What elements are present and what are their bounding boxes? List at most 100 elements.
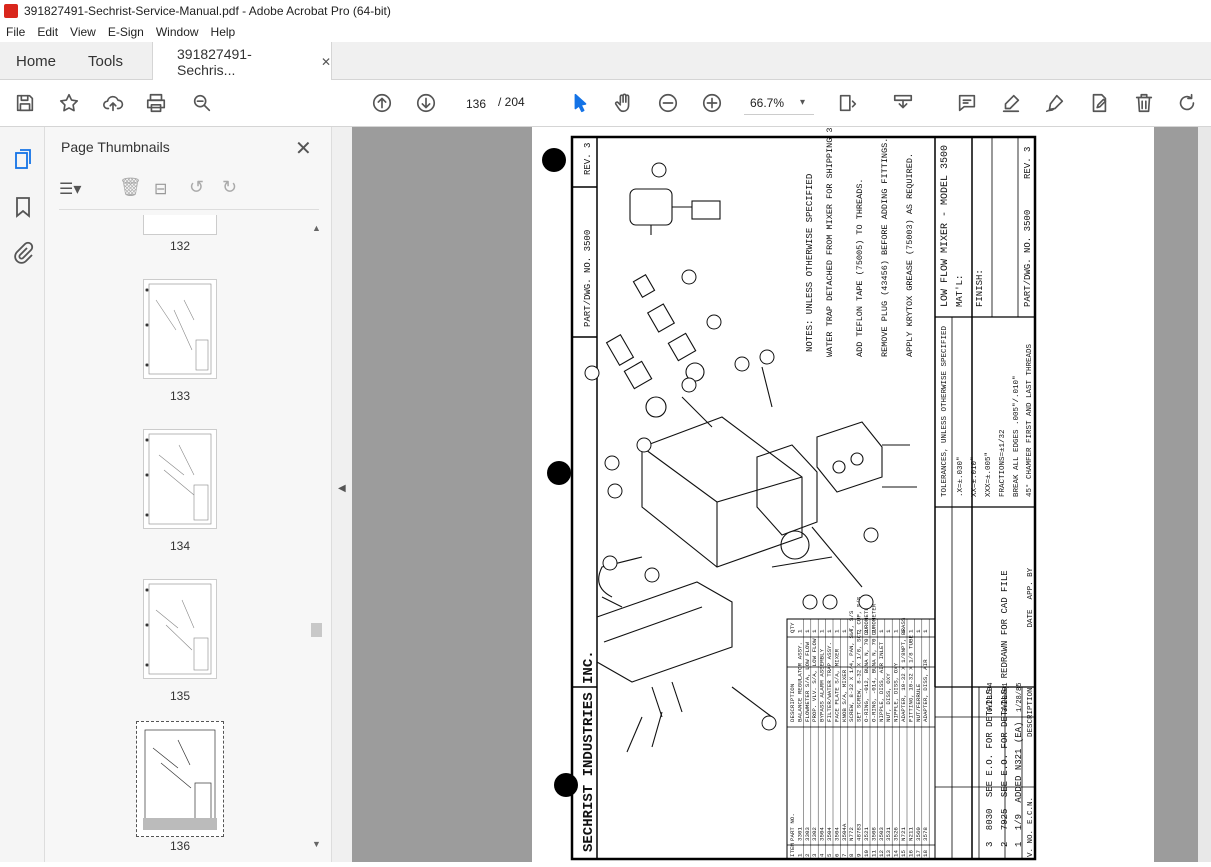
panel-tools: ☰▾ 🗑 ⊟ ↺ ↻ (59, 177, 319, 203)
bom-item-no: 14 (893, 850, 900, 857)
delete-trash-icon[interactable] (1132, 91, 1156, 115)
thumbnail-page-selected[interactable] (136, 721, 224, 837)
options-menu-icon[interactable]: ☰▾ (59, 179, 81, 199)
menu-edit[interactable]: Edit (31, 25, 64, 39)
bom-item-no: 18 (922, 850, 929, 857)
bookmark-star-icon[interactable] (57, 91, 81, 115)
bom-part-no: 3303 (804, 827, 811, 841)
bom-description: FACE PLATE S/A, MIXER (833, 648, 840, 722)
attachments-icon[interactable] (11, 241, 35, 265)
scrollbar-thumb[interactable] (311, 623, 322, 637)
zoom-value: 66.7% (750, 96, 785, 110)
bom-qty: 1 (900, 629, 907, 633)
bom-item-no: 5 (826, 853, 833, 857)
edit-pdf-icon[interactable] (1087, 91, 1111, 115)
bom-description: NUT, DISS, OXY (885, 673, 892, 722)
bom-description: NUT/FERRULE (915, 683, 922, 722)
print-icon[interactable] (144, 91, 168, 115)
panel-collapse-handle[interactable]: ◀ (332, 127, 352, 862)
acrobat-logo-icon (4, 4, 18, 18)
select-cursor-icon[interactable] (568, 91, 592, 115)
finish-label: FINISH: (975, 269, 985, 307)
undo-icon[interactable]: ↺ (189, 177, 204, 198)
menu-esign[interactable]: E-Sign (102, 25, 150, 39)
bom-description: ADAPTER, DISS, AIR (922, 659, 929, 722)
bom-description: FILTER/WATER TRAP ASSY. (826, 642, 833, 722)
bom-item-no: 8 (848, 853, 855, 857)
bom-item-no: 17 (915, 850, 922, 857)
engineering-drawing: SECHRIST INDUSTRIES INC. PART/DWG. NO. 3… (542, 102, 1037, 861)
bom-qty: 2 (870, 629, 877, 633)
menu-view[interactable]: View (64, 25, 102, 39)
previous-page-icon[interactable] (370, 91, 394, 115)
bookmarks-icon[interactable] (11, 195, 35, 219)
thumbnail-page[interactable] (143, 279, 217, 379)
part-number-left: PART/DWG. NO. 3500 (583, 230, 593, 327)
left-icon-strip (0, 127, 45, 862)
bom-part-no: N721 (900, 827, 907, 841)
note-2: ADD TEFLON TAPE (75005) TO THREADS. (855, 178, 865, 357)
document-scrollbar[interactable] (1198, 127, 1211, 862)
window-title: 391827491-Sechrist-Service-Manual.pdf - … (24, 4, 391, 18)
zoom-out-icon[interactable] (656, 91, 680, 115)
zoom-select[interactable]: 66.7% ▾ (744, 91, 814, 115)
page-number-input[interactable]: 136 (458, 91, 494, 115)
menu-window[interactable]: Window (150, 25, 205, 39)
upload-cloud-icon[interactable] (101, 91, 125, 115)
bom-qty: 1 (878, 629, 885, 633)
bom-item-no: 16 (907, 850, 914, 857)
bom-part-no: 3504 (819, 827, 826, 841)
pdf-page: SECHRIST INDUSTRIES INC. PART/DWG. NO. 3… (532, 102, 1154, 862)
sign-icon[interactable] (1043, 91, 1067, 115)
tab-document[interactable]: 391827491-Sechris... ✕ (152, 42, 332, 81)
bom-header-item: ITEM (789, 843, 796, 857)
redo-icon[interactable]: ↻ (222, 177, 237, 198)
zoom-in-icon[interactable] (700, 91, 724, 115)
next-page-icon[interactable] (414, 91, 438, 115)
thumbnail-page[interactable] (143, 215, 217, 235)
panel-close-icon[interactable]: ✕ (295, 136, 312, 161)
hand-tool-icon[interactable] (612, 91, 636, 115)
bom-description: BALANCE REGULATOR ASSY. (796, 642, 803, 722)
zoom-search-icon[interactable] (190, 91, 214, 115)
tab-tools[interactable]: Tools (88, 42, 123, 80)
document-view[interactable]: SECHRIST INDUSTRIES INC. PART/DWG. NO. 3… (352, 102, 1211, 862)
bom-part-no: 3503 (878, 827, 885, 841)
bom-part-no: 3578 (922, 827, 929, 841)
bom-qty: 1 (826, 629, 833, 633)
thumbnail-page[interactable] (143, 579, 217, 679)
page-thumbnails-icon[interactable] (11, 147, 35, 171)
bom-part-no: 3526 (893, 827, 900, 841)
tab-bar: Home Tools 391827491-Sechris... ✕ (0, 42, 1211, 81)
bom-description: NIPPLE, DISS, AIR INLET (878, 641, 885, 722)
bom-item-no: 7 (841, 853, 848, 857)
bom-qty: 1 (804, 629, 811, 633)
page-fit-icon[interactable] (836, 91, 860, 115)
collapse-arrow-icon: ◀ (338, 483, 346, 494)
thumbnail-page[interactable] (143, 429, 217, 529)
bom-part-no: 3504A (841, 823, 848, 841)
rev-right: REV. 3 (1023, 147, 1033, 179)
save-icon[interactable] (13, 91, 37, 115)
ecn-date-1: 1/28/85 (1016, 683, 1024, 712)
bom-item-no: 4 (819, 853, 826, 857)
tab-close-icon[interactable]: ✕ (321, 55, 331, 69)
comment-icon[interactable] (955, 91, 979, 115)
menu-file[interactable]: File (0, 25, 31, 39)
delete-page-icon[interactable]: 🗑 (119, 177, 142, 198)
menu-help[interactable]: Help (205, 25, 242, 39)
tab-home[interactable]: Home (16, 42, 56, 80)
bom-item-no: 10 (863, 850, 870, 857)
highlight-pen-icon[interactable] (999, 91, 1023, 115)
tolerance-fractions: FRACTIONS=±1/32 (999, 429, 1007, 497)
bom-item-no: 3 (811, 853, 818, 857)
bom-part-no: 3504 (826, 827, 833, 841)
bom-qty: 1 (915, 629, 922, 633)
title-bar: 391827491-Sechrist-Service-Manual.pdf - … (0, 0, 1211, 22)
scroll-mode-icon[interactable] (891, 91, 915, 115)
panel-scrollbar[interactable]: ▲ ▼ (310, 219, 322, 859)
bom-description: FITTING, 10-32 X 1/8 TUBE (907, 635, 914, 722)
rev-left: REV. 3 (583, 143, 593, 175)
extract-page-icon[interactable]: ⊟ (154, 179, 167, 199)
rotate-icon[interactable] (1175, 91, 1199, 115)
